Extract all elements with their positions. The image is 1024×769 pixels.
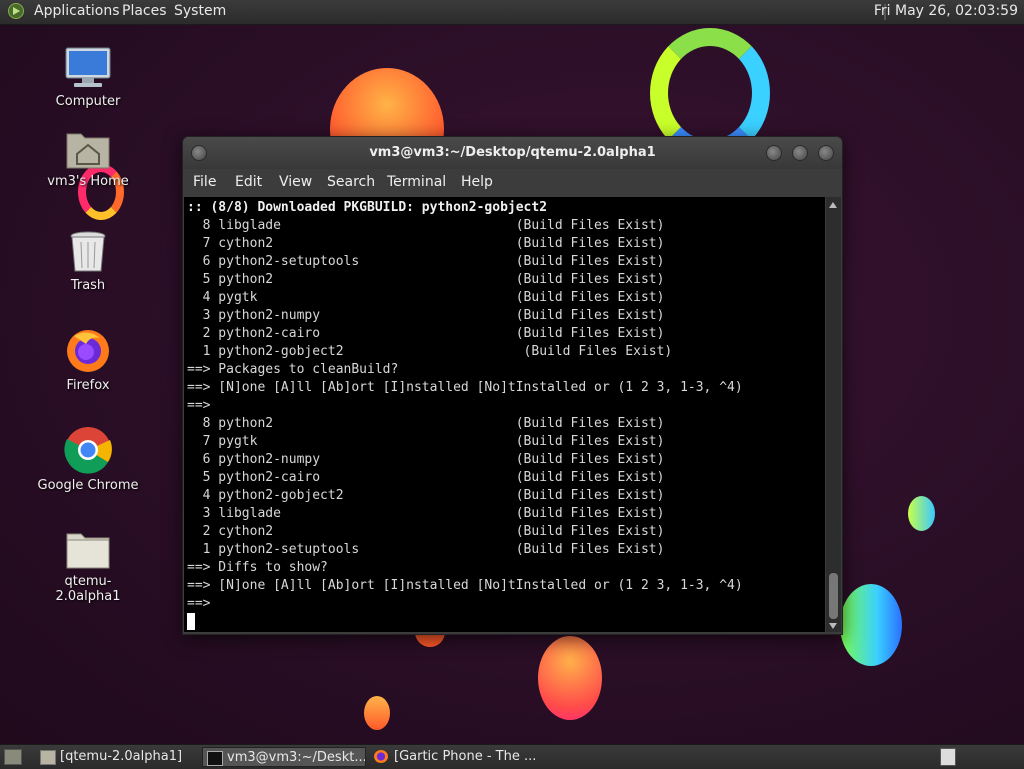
- terminal-line: ==>: [187, 398, 211, 413]
- terminal-line: ==> [N]one [A]ll [Ab]ort [I]nstalled [No…: [187, 380, 743, 395]
- folder-icon: [65, 528, 111, 570]
- clock[interactable]: Fri May 26, 02:03:59: [874, 3, 1018, 19]
- desktop-icon-chrome[interactable]: Google Chrome: [33, 426, 143, 493]
- minimize-button[interactable]: [766, 145, 782, 161]
- terminal-line: 4 python2-gobject2 (Build Files Exist): [187, 488, 665, 503]
- firefox-icon: [64, 326, 112, 374]
- menu-edit[interactable]: Edit: [235, 174, 262, 190]
- menu-file[interactable]: File: [193, 174, 216, 190]
- terminal-line: 5 python2-cairo (Build Files Exist): [187, 470, 665, 485]
- desktop-icon-label: Firefox: [66, 378, 110, 393]
- menu-help[interactable]: Help: [461, 174, 493, 190]
- distro-logo-icon[interactable]: [8, 3, 24, 19]
- menu-terminal[interactable]: Terminal: [387, 174, 446, 190]
- terminal-line: 3 libglade (Build Files Exist): [187, 506, 665, 521]
- menu-view[interactable]: View: [279, 174, 312, 190]
- terminal-line: 2 python2-cairo (Build Files Exist): [187, 326, 665, 341]
- top-panel: Applications Places System Fri May 26, 0…: [0, 0, 1024, 25]
- desktop-icon-label: qtemu-2.0alpha1: [55, 574, 121, 604]
- window-menubar: File Edit View Search Terminal Help: [183, 169, 842, 197]
- wallpaper-green-blob: [908, 496, 935, 531]
- window-title: vm3@vm3:~/Desktop/qtemu-2.0alpha1: [369, 145, 656, 160]
- terminal-window: vm3@vm3:~/Desktop/qtemu-2.0alpha1 File E…: [182, 136, 843, 635]
- terminal-line: 7 cython2 (Build Files Exist): [187, 236, 665, 251]
- terminal-line: ==> Diffs to show?: [187, 560, 328, 575]
- taskbar-item-label: [qtemu-2.0alpha1]: [60, 749, 183, 764]
- desktop-icon-firefox[interactable]: Firefox: [33, 326, 143, 393]
- bottom-panel: [qtemu-2.0alpha1] vm3@vm3:~/Deskt... [Ga…: [0, 744, 1024, 769]
- desktop-icon-trash[interactable]: Trash: [33, 230, 143, 293]
- applications-menu[interactable]: Applications: [34, 3, 120, 19]
- taskbar-item-label: [Gartic Phone - The ...: [394, 749, 537, 764]
- firefox-icon: [374, 750, 388, 763]
- terminal-line: 1 python2-setuptools (Build Files Exist): [187, 542, 665, 557]
- taskbar-item-terminal[interactable]: vm3@vm3:~/Deskt...: [202, 747, 366, 767]
- terminal-output[interactable]: :: (8/8) Downloaded PKGBUILD: python2-go…: [184, 197, 825, 632]
- terminal-line: 5 python2 (Build Files Exist): [187, 272, 665, 287]
- wallpaper-blue-blob: [840, 584, 902, 666]
- terminal-line: 8 python2 (Build Files Exist): [187, 416, 665, 431]
- scroll-up-arrow-icon[interactable]: [829, 202, 837, 208]
- desktop-icon-label: Trash: [70, 278, 106, 293]
- maximize-button[interactable]: [792, 145, 808, 161]
- terminal-line: ==> Packages to cleanBuild?: [187, 362, 399, 377]
- menu-search[interactable]: Search: [327, 174, 375, 190]
- desktop-icon-label: Computer: [55, 94, 121, 109]
- taskbar-item-qtemu-folder[interactable]: [qtemu-2.0alpha1]: [36, 747, 196, 767]
- desktop-icon-home[interactable]: vm3's Home: [33, 128, 143, 189]
- terminal-line: ==> [N]one [A]ll [Ab]ort [I]nstalled [No…: [187, 578, 743, 593]
- wallpaper-pink-blob: [538, 636, 602, 720]
- trash-icon: [68, 230, 108, 274]
- terminal-line: 6 python2-setuptools (Build Files Exist): [187, 254, 665, 269]
- terminal-cursor: [187, 613, 195, 630]
- desktop-icon-qtemu-folder[interactable]: qtemu-2.0alpha1: [33, 528, 143, 604]
- desktop-icon-label: Google Chrome: [37, 478, 139, 493]
- terminal-scrollbar[interactable]: [826, 197, 841, 632]
- chrome-icon: [64, 426, 112, 474]
- terminal-icon: [207, 751, 223, 766]
- terminal-line: 4 pygtk (Build Files Exist): [187, 290, 665, 305]
- home-folder-icon: [65, 128, 111, 170]
- window-menu-icon[interactable]: [191, 145, 207, 161]
- terminal-header-line: :: (8/8) Downloaded PKGBUILD: python2-go…: [187, 200, 548, 215]
- desktop-icon-computer[interactable]: Computer: [33, 46, 143, 109]
- scrollbar-thumb[interactable]: [829, 573, 838, 619]
- terminal-line: 1 python2-gobject2 (Build Files Exist): [187, 344, 673, 359]
- terminal-line: 2 cython2 (Build Files Exist): [187, 524, 665, 539]
- wallpaper-tiny-orange-blob: [364, 696, 390, 730]
- terminal-line: 7 pygtk (Build Files Exist): [187, 434, 665, 449]
- folder-icon: [40, 750, 56, 765]
- desktop-icon-label: vm3's Home: [47, 174, 129, 189]
- close-button[interactable]: [818, 145, 834, 161]
- places-menu[interactable]: Places: [122, 3, 167, 19]
- terminal-line: 8 libglade (Build Files Exist): [187, 218, 665, 233]
- computer-icon: [64, 46, 112, 90]
- terminal-line: ==>: [187, 596, 211, 611]
- taskbar-item-label: vm3@vm3:~/Deskt...: [227, 750, 366, 765]
- system-menu[interactable]: System: [174, 3, 226, 19]
- terminal-line: 3 python2-numpy (Build Files Exist): [187, 308, 665, 323]
- show-desktop-icon[interactable]: [4, 749, 22, 765]
- taskbar-item-firefox[interactable]: [Gartic Phone - The ...: [370, 747, 542, 767]
- workspace-switcher[interactable]: [940, 748, 956, 766]
- terminal-line: 6 python2-numpy (Build Files Exist): [187, 452, 665, 467]
- scroll-down-arrow-icon[interactable]: [829, 623, 837, 629]
- window-titlebar[interactable]: vm3@vm3:~/Desktop/qtemu-2.0alpha1: [183, 137, 842, 169]
